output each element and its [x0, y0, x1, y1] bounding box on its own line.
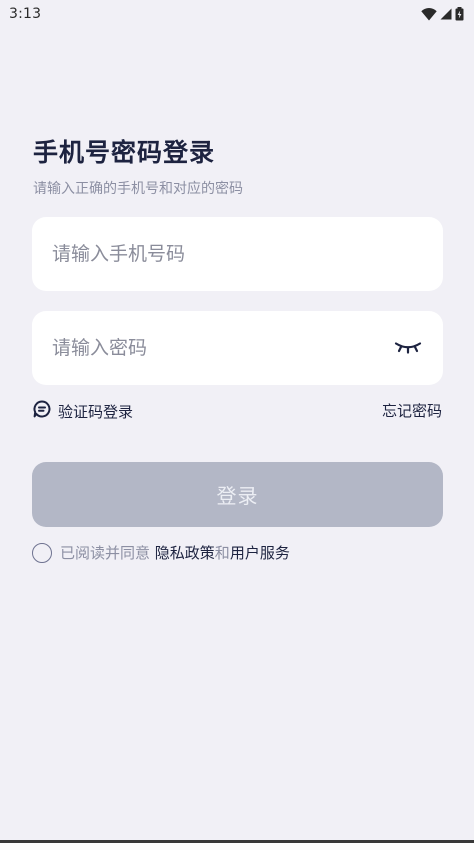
agreement-prefix: 已阅读并同意	[60, 544, 155, 562]
password-input[interactable]	[52, 337, 393, 359]
page-subtitle: 请输入正确的手机号和对应的密码	[33, 181, 243, 197]
status-time: 3:13	[9, 6, 42, 22]
sms-login-label: 验证码登录	[58, 402, 134, 421]
wifi-icon	[421, 7, 437, 21]
message-bubble-icon	[33, 400, 51, 422]
phone-input[interactable]	[52, 243, 423, 265]
login-button[interactable]: 登录	[32, 462, 443, 527]
page-title: 手机号密码登录	[33, 138, 216, 167]
agreement-and: 和	[214, 544, 230, 562]
agreement-row: 已阅读并同意 隐私政策和用户服务	[32, 542, 290, 563]
forgot-password-link[interactable]: 忘记密码	[382, 400, 442, 421]
cellular-signal-icon	[440, 8, 452, 20]
status-bar: 3:13	[0, 0, 474, 28]
phone-field	[32, 217, 443, 291]
battery-charging-icon	[455, 7, 464, 21]
sms-login-link[interactable]: 验证码登录	[33, 400, 133, 422]
user-service-link[interactable]: 用户服务	[230, 544, 290, 562]
login-screen: 3:13 手机号密码登录 请输入正确的手机号和对应的密码 请输入手机号码 验证码…	[0, 0, 474, 843]
privacy-policy-link[interactable]: 隐私政策	[155, 544, 215, 562]
agreement-checkbox[interactable]	[32, 542, 52, 563]
eye-closed-icon[interactable]	[393, 338, 423, 358]
status-icons	[421, 7, 464, 21]
password-field	[32, 311, 443, 385]
agreement-text: 已阅读并同意 隐私政策和用户服务	[60, 542, 290, 563]
